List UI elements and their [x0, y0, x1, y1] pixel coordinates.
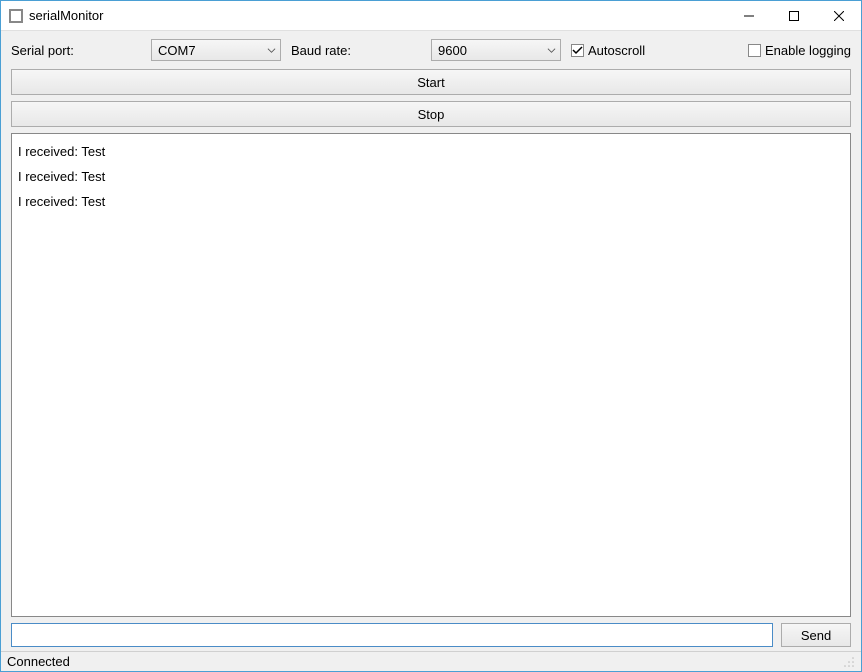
- send-button-label: Send: [801, 628, 831, 643]
- baud-rate-value: 9600: [438, 43, 467, 58]
- statusbar: Connected: [1, 651, 861, 671]
- config-row: Serial port: COM7 Baud rate: 9600 Autosc…: [11, 37, 851, 63]
- chevron-down-icon: [547, 46, 556, 55]
- autoscroll-label: Autoscroll: [588, 43, 645, 58]
- output-line: I received: Test: [18, 140, 844, 165]
- check-icon: [572, 45, 583, 56]
- close-icon: [834, 11, 844, 21]
- serial-port-value: COM7: [158, 43, 196, 58]
- serial-port-combo[interactable]: COM7: [151, 39, 281, 61]
- resize-grip-icon[interactable]: [843, 656, 855, 668]
- enable-logging-label: Enable logging: [765, 43, 851, 58]
- titlebar-left: serialMonitor: [9, 8, 103, 23]
- stop-button-label: Stop: [418, 107, 445, 122]
- chevron-down-icon: [267, 46, 276, 55]
- send-button[interactable]: Send: [781, 623, 851, 647]
- output-textarea[interactable]: I received: TestI received: TestI receiv…: [11, 133, 851, 617]
- status-text: Connected: [7, 654, 70, 669]
- stop-button[interactable]: Stop: [11, 101, 851, 127]
- maximize-icon: [789, 11, 799, 21]
- send-input[interactable]: [11, 623, 773, 647]
- baud-rate-label: Baud rate:: [281, 43, 431, 58]
- titlebar: serialMonitor: [1, 1, 861, 31]
- window-title: serialMonitor: [29, 8, 103, 23]
- output-line: I received: Test: [18, 165, 844, 190]
- maximize-button[interactable]: [771, 1, 816, 30]
- start-button[interactable]: Start: [11, 69, 851, 95]
- enable-logging-checkbox[interactable]: Enable logging: [748, 43, 851, 58]
- minimize-icon: [744, 11, 754, 21]
- output-line: I received: Test: [18, 190, 844, 215]
- start-button-label: Start: [417, 75, 444, 90]
- checkbox-box: [748, 44, 761, 57]
- baud-rate-combo[interactable]: 9600: [431, 39, 561, 61]
- close-button[interactable]: [816, 1, 861, 30]
- window-controls: [726, 1, 861, 30]
- app-icon: [9, 9, 23, 23]
- minimize-button[interactable]: [726, 1, 771, 30]
- serial-port-label: Serial port:: [11, 43, 151, 58]
- content-area: Serial port: COM7 Baud rate: 9600 Autosc…: [1, 31, 861, 651]
- autoscroll-checkbox[interactable]: Autoscroll: [571, 43, 645, 58]
- checkbox-box: [571, 44, 584, 57]
- send-row: Send: [11, 623, 851, 647]
- app-window: serialMonitor Serial port: COM7 Baud rat…: [0, 0, 862, 672]
